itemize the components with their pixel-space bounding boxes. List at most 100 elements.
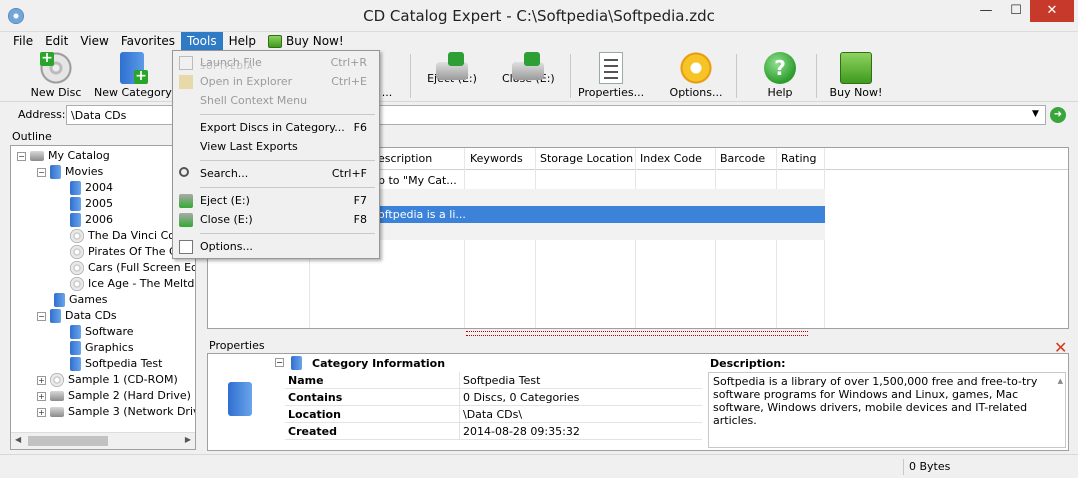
new-category-button[interactable]: + New Category xyxy=(94,52,172,99)
column-barcode[interactable]: Barcode xyxy=(720,152,765,165)
scroll-right-icon[interactable]: ▶ xyxy=(185,435,191,444)
minimize-button[interactable]: — xyxy=(972,0,1000,22)
property-value[interactable]: Softpedia Test xyxy=(463,372,540,389)
address-label: Address: xyxy=(18,108,66,121)
panel-splitter[interactable] xyxy=(466,331,808,336)
menu-item-label: Options... xyxy=(200,240,253,253)
tree-expander[interactable]: − xyxy=(37,311,46,321)
menu-view[interactable]: View xyxy=(74,32,114,50)
toolbar-separator xyxy=(570,54,571,98)
network-drive-icon xyxy=(50,407,64,417)
close-window-button[interactable]: ✕ xyxy=(1030,0,1074,22)
tree-expander[interactable]: + xyxy=(37,391,46,401)
scan-button-partial[interactable]: ... xyxy=(380,86,394,99)
chevron-down-icon[interactable]: ▼ xyxy=(1032,109,1039,119)
scroll-thumb[interactable] xyxy=(28,436,108,446)
tree-expander[interactable]: − xyxy=(37,167,46,177)
menu-search[interactable]: Search... Ctrl+F xyxy=(173,164,379,184)
properties-table: Name Softpedia Test Contains 0 Discs, 0 Ca… xyxy=(285,372,702,440)
tree-item[interactable]: Softpedia Test xyxy=(70,356,162,372)
scroll-left-icon[interactable]: ◀ xyxy=(15,435,21,444)
tree-item[interactable]: Graphics xyxy=(70,340,134,356)
tree-expander[interactable]: − xyxy=(17,151,26,161)
help-label: Help xyxy=(767,86,793,99)
menu-open-in-explorer[interactable]: Open in Explorer Ctrl+E xyxy=(173,72,379,92)
tree-item[interactable]: The Da Vinci Code xyxy=(70,228,189,244)
properties-panel: − Category Information Name Softpedia Tes… xyxy=(207,353,1069,451)
tree-expander[interactable]: + xyxy=(37,407,46,417)
scan-label: ... xyxy=(381,86,393,99)
section-collapse-toggle[interactable]: − xyxy=(275,358,284,367)
tree-item[interactable]: − My Catalog xyxy=(17,148,110,164)
column-rating[interactable]: Rating xyxy=(781,152,816,165)
search-icon xyxy=(179,167,189,177)
menu-shell-context-menu[interactable]: Shell Context Menu xyxy=(173,91,379,111)
options-button[interactable]: Options... xyxy=(666,52,726,99)
buy-now-button[interactable]: Buy Now! xyxy=(828,52,884,99)
column-divider xyxy=(459,389,460,406)
tree-item[interactable]: 2004 xyxy=(70,180,113,196)
tree-item-label: 2005 xyxy=(85,197,113,210)
scroll-up-icon[interactable]: ▲ xyxy=(1058,375,1063,388)
tree-item[interactable]: Games xyxy=(54,292,107,308)
go-arrow-icon[interactable]: ➜ xyxy=(1050,107,1066,123)
property-row: Location \Data CDs\ xyxy=(285,406,702,423)
tools-dropdown-menu: Launch File Ctrl+R Open in Explorer Ctrl… xyxy=(172,50,380,259)
buy-icon xyxy=(267,34,282,48)
column-storage-location[interactable]: Storage Location xyxy=(540,152,633,165)
tree-item[interactable]: Cars (Full Screen Editi xyxy=(70,260,195,276)
toolbar: + New Disc + New Category ... Eject (E:)… xyxy=(0,50,1078,102)
category-icon xyxy=(70,181,81,195)
property-value[interactable]: \Data CDs\ xyxy=(463,406,522,423)
menu-item-shortcut: Ctrl+R xyxy=(330,56,367,69)
property-value[interactable]: 0 Discs, 0 Categories xyxy=(463,389,579,406)
outline-tree[interactable]: − My Catalog − Movies 2004 2005 2006 The… xyxy=(10,145,196,450)
column-description[interactable]: escription xyxy=(378,152,432,165)
tree-item[interactable]: 2006 xyxy=(70,212,113,228)
tree-item[interactable]: Software xyxy=(70,324,134,340)
tree-item[interactable]: − Movies xyxy=(37,164,103,180)
options-label: Options... xyxy=(669,86,723,99)
category-large-icon xyxy=(228,382,252,416)
property-key: Contains xyxy=(288,391,343,404)
menu-favorites[interactable]: Favorites xyxy=(115,32,181,50)
tree-item-label: Pirates Of The Ca xyxy=(88,245,184,258)
category-icon xyxy=(50,309,61,323)
menu-export-discs[interactable]: Export Discs in Category... F6 xyxy=(173,118,379,138)
properties-button[interactable]: Properties... xyxy=(578,52,644,99)
tree-item[interactable]: − Data CDs xyxy=(37,308,117,324)
property-value[interactable]: 2014-08-28 09:35:32 xyxy=(463,423,580,440)
category-icon xyxy=(70,357,81,371)
menu-bar: File Edit View Favorites Tools Help Buy … xyxy=(0,32,1078,50)
tree-item[interactable]: Ice Age - The Meltdow xyxy=(70,276,195,292)
maximize-button[interactable]: ☐ xyxy=(1002,0,1030,22)
new-disc-button[interactable]: + New Disc xyxy=(30,51,82,99)
tree-item[interactable]: + Sample 2 (Hard Drive) xyxy=(37,388,191,404)
new-category-icon: + xyxy=(120,52,148,84)
menu-view-last-exports[interactable]: View Last Exports xyxy=(173,137,379,157)
tree-item-label: My Catalog xyxy=(48,149,110,162)
tree-item[interactable]: Pirates Of The Ca xyxy=(70,244,183,260)
tree-item[interactable]: 2005 xyxy=(70,196,113,212)
menu-file[interactable]: File xyxy=(7,32,39,50)
description-value: Softpedia is a library of over 1,500,000… xyxy=(713,375,1038,427)
tree-expander[interactable]: + xyxy=(37,375,46,385)
outline-horizontal-scrollbar[interactable]: ◀ ▶ xyxy=(11,432,195,449)
description-text[interactable]: Softpedia is a library of over 1,500,000… xyxy=(708,372,1066,448)
menu-options[interactable]: Options... xyxy=(173,237,379,257)
menu-eject[interactable]: Eject (E:) F7 xyxy=(173,191,379,211)
launch-file-icon xyxy=(179,56,193,70)
menu-edit[interactable]: Edit xyxy=(39,32,74,50)
column-keywords[interactable]: Keywords xyxy=(470,152,523,165)
tree-item[interactable]: + Sample 1 (CD-ROM) xyxy=(37,372,178,388)
menu-help[interactable]: Help xyxy=(223,32,262,50)
column-index-code[interactable]: Index Code xyxy=(640,152,702,165)
menu-close-drive[interactable]: Close (E:) F8 xyxy=(173,210,379,230)
help-button[interactable]: ? Help xyxy=(756,52,804,99)
eject-button[interactable]: Eject (E:) xyxy=(426,52,478,85)
properties-label: Properties... xyxy=(578,86,645,99)
tree-item[interactable]: + Sample 3 (Network Drive) xyxy=(37,404,195,420)
close-drive-button[interactable]: Close (E:) xyxy=(502,52,555,85)
menu-buy-now[interactable]: Buy Now! xyxy=(262,32,350,50)
menu-tools[interactable]: Tools xyxy=(181,32,223,50)
